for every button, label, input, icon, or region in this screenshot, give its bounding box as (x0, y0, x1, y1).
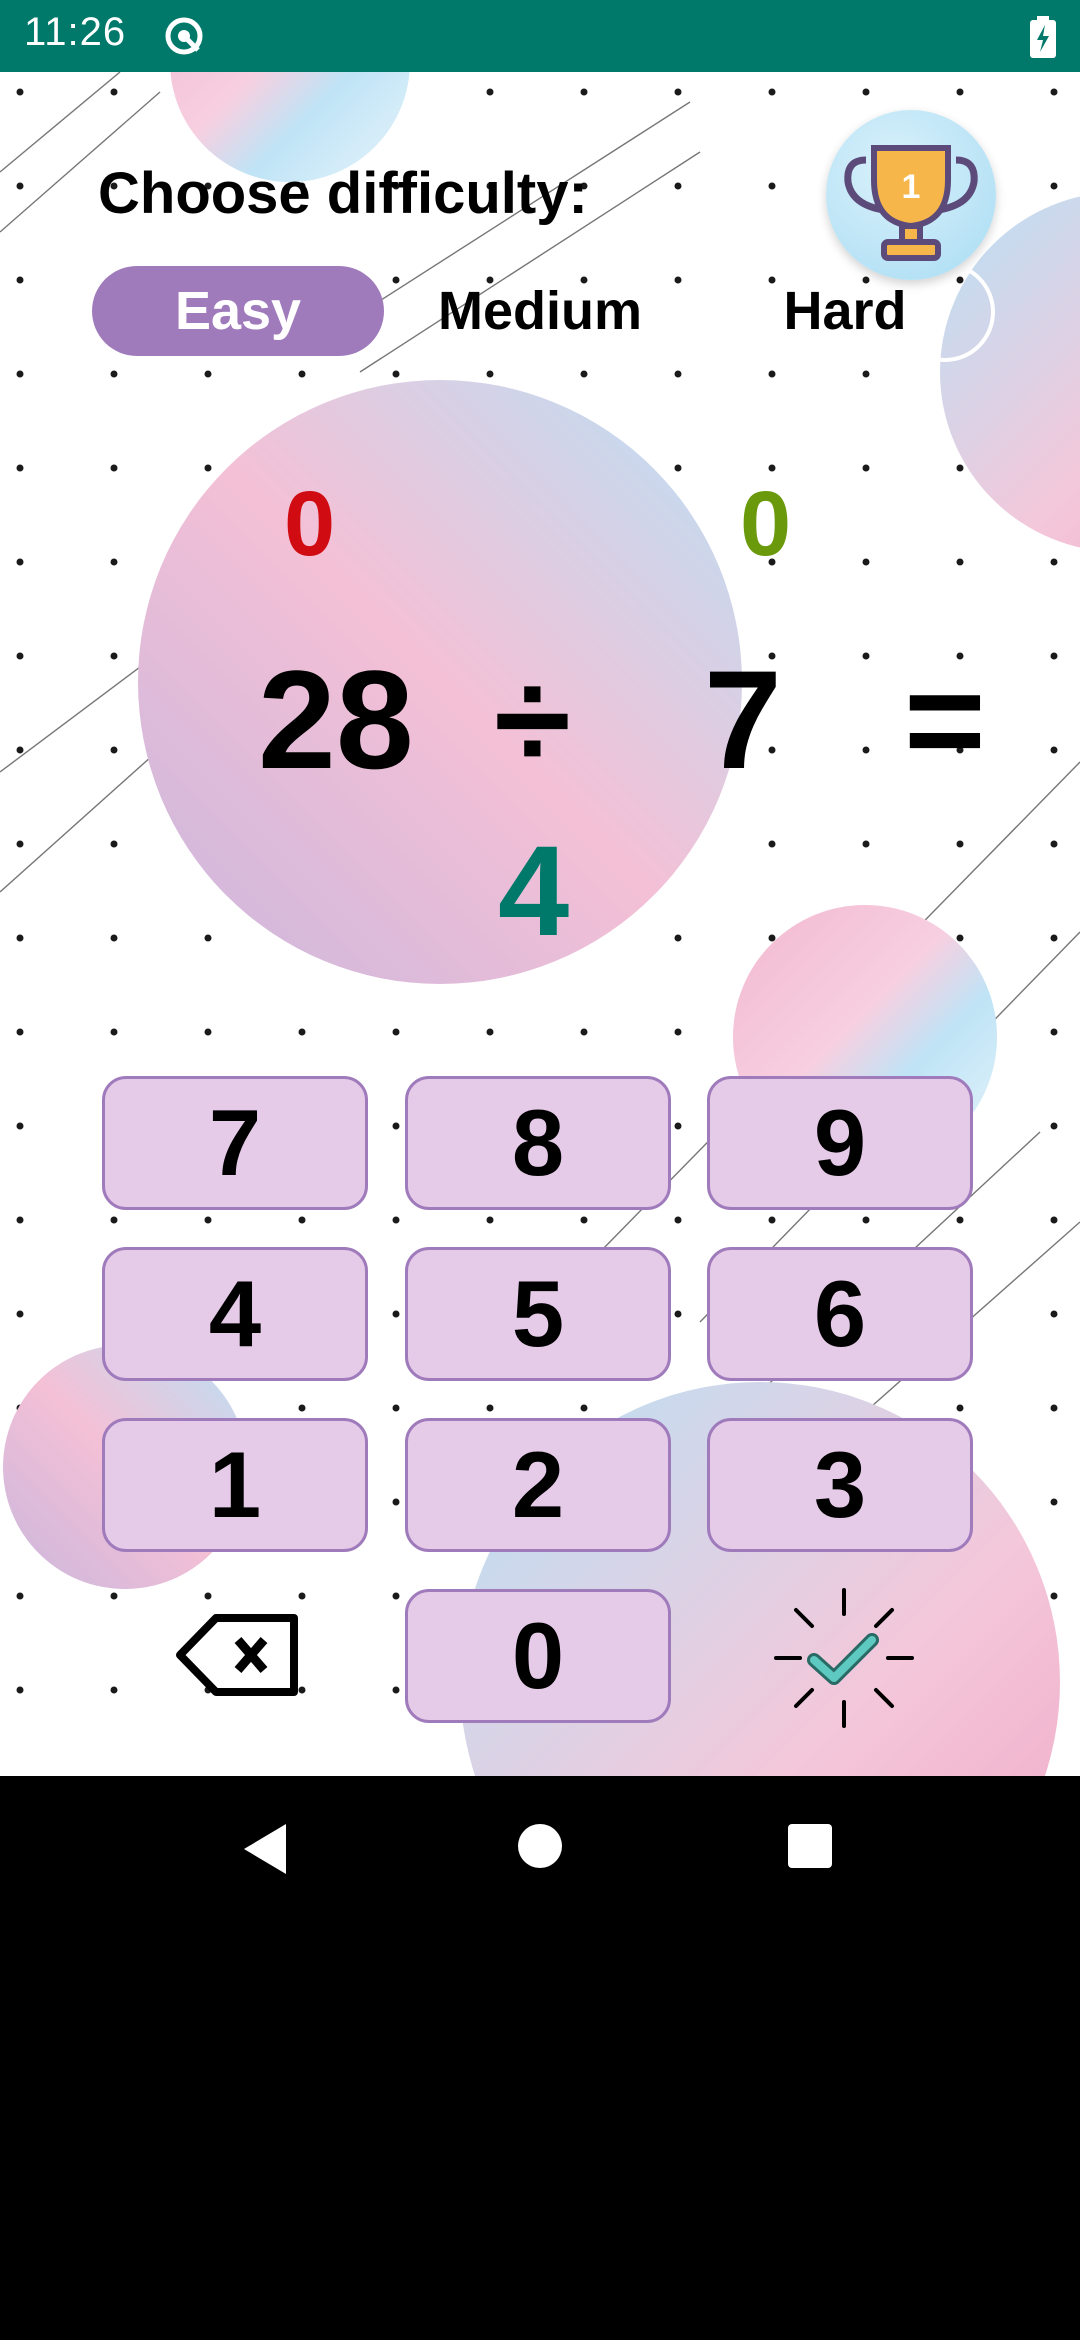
equals-sign: = (904, 641, 986, 798)
difficulty-easy-button[interactable]: Easy (92, 266, 384, 356)
key-7[interactable]: 7 (102, 1076, 368, 1210)
key-8[interactable]: 8 (405, 1076, 671, 1210)
key-1[interactable]: 1 (102, 1418, 368, 1552)
key-9[interactable]: 9 (707, 1076, 973, 1210)
trophy-rank: 1 (902, 168, 921, 206)
operator-sign: ÷ (494, 641, 571, 798)
sync-icon (165, 17, 203, 55)
operand-a: 28 (258, 641, 414, 798)
key-2[interactable]: 2 (405, 1418, 671, 1552)
check-sparkle-icon[interactable] (772, 1586, 916, 1730)
recents-square-icon[interactable] (786, 1822, 834, 1870)
difficulty-medium-button[interactable]: Medium (420, 266, 660, 356)
battery-charging-icon (1030, 16, 1056, 58)
trophy-icon: 1 (844, 145, 978, 261)
app-screen: Choose difficulty: Easy Medium Hard 1 0 … (0, 72, 1080, 1776)
key-0[interactable]: 0 (405, 1589, 671, 1723)
key-6[interactable]: 6 (707, 1247, 973, 1381)
status-time: 11:26 (24, 10, 127, 54)
back-triangle-icon[interactable] (240, 1820, 290, 1878)
operand-b: 7 (704, 641, 782, 798)
key-4[interactable]: 4 (102, 1247, 368, 1381)
navigation-bar (0, 1776, 1080, 1922)
status-bar: 11:26 (0, 0, 1080, 72)
leaderboard-button[interactable]: 1 (826, 110, 996, 280)
key-3[interactable]: 3 (707, 1418, 973, 1552)
correct-count: 0 (740, 473, 792, 575)
difficulty-title: Choose difficulty: (98, 161, 588, 226)
answer-display: 4 (498, 820, 570, 963)
key-5[interactable]: 5 (405, 1247, 671, 1381)
home-circle-icon[interactable] (516, 1822, 564, 1870)
wrong-count: 0 (284, 473, 336, 575)
backspace-icon[interactable] (176, 1612, 300, 1698)
